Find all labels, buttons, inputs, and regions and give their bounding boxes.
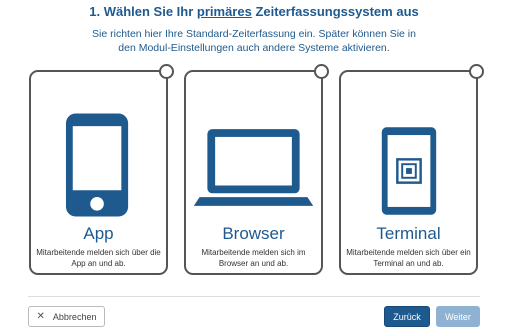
subtitle-line-1: Sie richten hier Ihre Standard-Zeiterfas… — [92, 28, 416, 40]
option-name-terminal: Terminal — [376, 224, 441, 243]
next-button-label: Weiter — [445, 311, 471, 322]
option-name-browser: Browser — [222, 224, 285, 243]
option-radio-app[interactable] — [159, 64, 174, 79]
smartphone-icon — [65, 113, 129, 217]
option-description-terminal: Mitarbeitende melden sich über ein Termi… — [346, 248, 471, 268]
laptop-icon — [193, 129, 314, 206]
page-title: 1. Wählen Sie Ihr primäres Zeiterfassung… — [0, 4, 508, 19]
option-radio-browser[interactable] — [314, 64, 329, 79]
cancel-button[interactable]: ✕ Abbrechen — [28, 306, 105, 327]
title-suffix: Zeiterfassungssystem aus — [251, 4, 419, 19]
cancel-button-label: Abbrechen — [52, 311, 97, 322]
option-description-browser: Mitarbeitende melden sich im Browser an … — [201, 248, 306, 268]
close-icon: ✕ — [36, 311, 45, 322]
option-card-terminal[interactable]: Terminal Mitarbeitende melden sich über … — [339, 64, 484, 275]
terminal-icon — [381, 127, 437, 215]
option-card-app[interactable]: App Mitarbeitende melden sich über die A… — [29, 64, 174, 275]
back-button[interactable]: Zurück — [384, 306, 430, 327]
title-prefix: 1. Wählen Sie Ihr — [89, 4, 197, 19]
subtitle-line-2: den Modul-Einstellungen auch andere Syst… — [118, 42, 390, 54]
option-card-browser[interactable]: Browser Mitarbeitende melden sich im Bro… — [184, 64, 329, 275]
footer-divider — [28, 296, 480, 297]
page-subtitle: Sie richten hier Ihre Standard-Zeiterfas… — [0, 27, 508, 55]
option-name-app: App — [83, 224, 114, 243]
back-button-label: Zurück — [393, 311, 421, 322]
option-radio-terminal[interactable] — [469, 64, 484, 79]
title-emphasis: primäres — [196, 4, 252, 19]
option-description-app: Mitarbeitende melden sich über die App a… — [36, 248, 161, 268]
next-button[interactable]: Weiter — [436, 306, 480, 327]
